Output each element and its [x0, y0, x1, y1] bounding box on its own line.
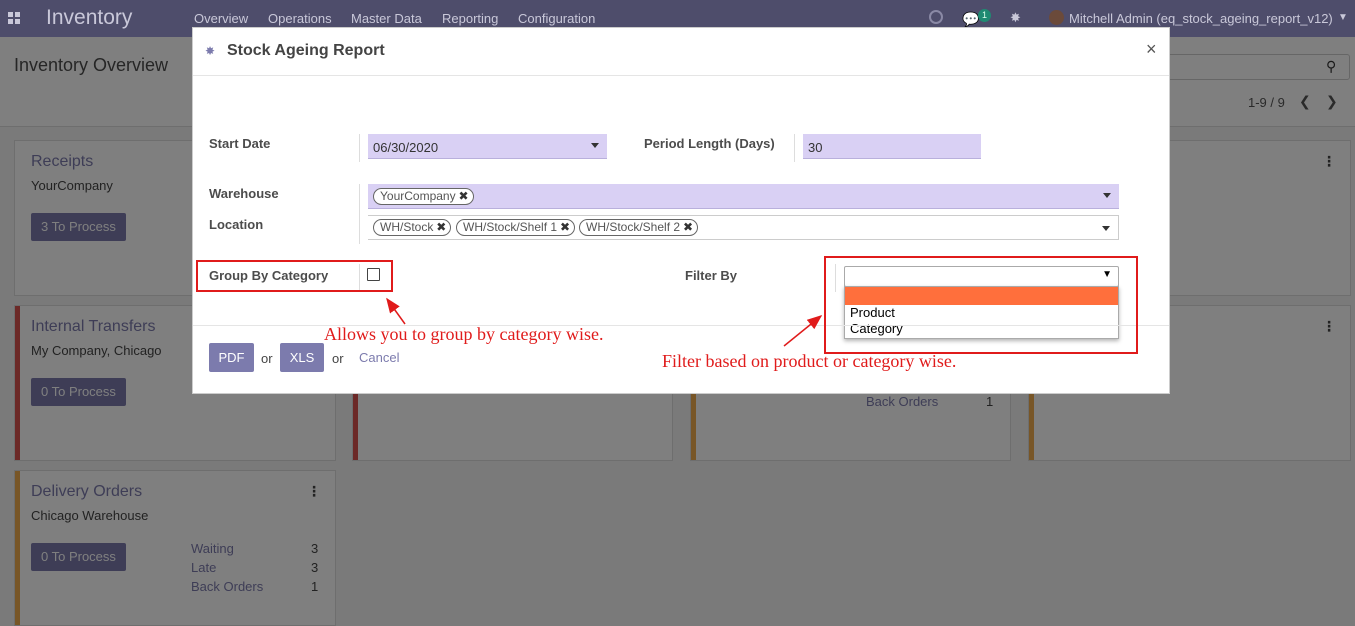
modal-title: Stock Ageing Report [227, 42, 385, 59]
filter-by-label: Filter By [685, 268, 738, 283]
location-field[interactable]: WH/Stock ✖ WH/Stock/Shelf 1 ✖ WH/Stock/S… [368, 215, 1119, 240]
or-text: or [261, 351, 273, 366]
annotation-group-note: Allows you to group by category wise. [324, 324, 604, 344]
start-date-label: Start Date [209, 136, 271, 151]
period-length-value: 30 [808, 140, 823, 155]
clock-icon-dimmed[interactable] [929, 10, 943, 24]
annotation-filter-note: Filter based on product or category wise… [662, 351, 957, 371]
chevron-down-icon[interactable] [591, 143, 599, 148]
divider [359, 184, 360, 244]
annotation-box-group-by [196, 260, 393, 292]
tag-label: YourCompany [380, 189, 456, 203]
start-date-value: 06/30/2020 [373, 140, 439, 155]
modal-header: ✸ Stock Ageing Report × [193, 28, 1169, 76]
remove-tag-icon[interactable]: ✖ [459, 189, 469, 204]
divider [359, 134, 360, 162]
pdf-button[interactable]: PDF [209, 343, 254, 372]
or-text: or [332, 351, 344, 366]
remove-tag-icon[interactable]: ✖ [436, 220, 446, 235]
period-length-field[interactable]: 30 [803, 134, 981, 159]
close-icon[interactable]: × [1146, 39, 1157, 60]
location-tag[interactable]: WH/Stock/Shelf 2 ✖ [579, 219, 699, 236]
user-menu-dimmed[interactable]: Mitchell Admin (eq_stock_ageing_report_v… [1069, 11, 1333, 26]
menu-configuration-dimmed[interactable]: Configuration [518, 11, 595, 26]
tag-label: WH/Stock [380, 220, 434, 234]
tag-label: WH/Stock/Shelf 2 [586, 220, 681, 234]
chevron-down-icon[interactable] [1103, 193, 1111, 198]
chevron-down-icon[interactable] [1102, 226, 1110, 231]
warehouse-tag[interactable]: YourCompany ✖ [373, 188, 474, 205]
chat-badge-dimmed: 1 [978, 9, 991, 22]
warehouse-field[interactable]: YourCompany ✖ [368, 184, 1119, 209]
start-date-field[interactable]: 06/30/2020 [368, 134, 607, 159]
apps-menu-icon-dimmed[interactable] [8, 12, 21, 24]
cancel-link[interactable]: Cancel [359, 350, 399, 365]
location-tag[interactable]: WH/Stock ✖ [373, 219, 452, 236]
menu-operations-dimmed[interactable]: Operations [268, 11, 332, 26]
tag-label: WH/Stock/Shelf 1 [463, 220, 558, 234]
chevron-down-icon-dimmed[interactable]: ▼ [1338, 12, 1348, 23]
period-length-label: Period Length (Days) [644, 136, 775, 151]
bug-icon: ✸ [205, 44, 216, 58]
remove-tag-icon[interactable]: ✖ [560, 220, 570, 235]
xls-button[interactable]: XLS [280, 343, 324, 372]
app-brand-dimmed[interactable]: Inventory [46, 6, 132, 30]
annotation-box-filter-by [824, 256, 1138, 354]
menu-overview-dimmed[interactable]: Overview [194, 11, 248, 26]
remove-tag-icon[interactable]: ✖ [683, 220, 693, 235]
chat-icon-dimmed[interactable]: 💬 [962, 11, 979, 28]
warehouse-label: Warehouse [209, 186, 279, 201]
divider [794, 134, 795, 162]
menu-reporting-dimmed[interactable]: Reporting [442, 11, 498, 26]
location-label: Location [209, 217, 264, 232]
bug-icon-dimmed[interactable]: ✸ [1010, 10, 1021, 26]
user-avatar-dimmed[interactable] [1049, 10, 1064, 25]
menu-master-data-dimmed[interactable]: Master Data [351, 11, 422, 26]
location-tag[interactable]: WH/Stock/Shelf 1 ✖ [456, 219, 576, 236]
